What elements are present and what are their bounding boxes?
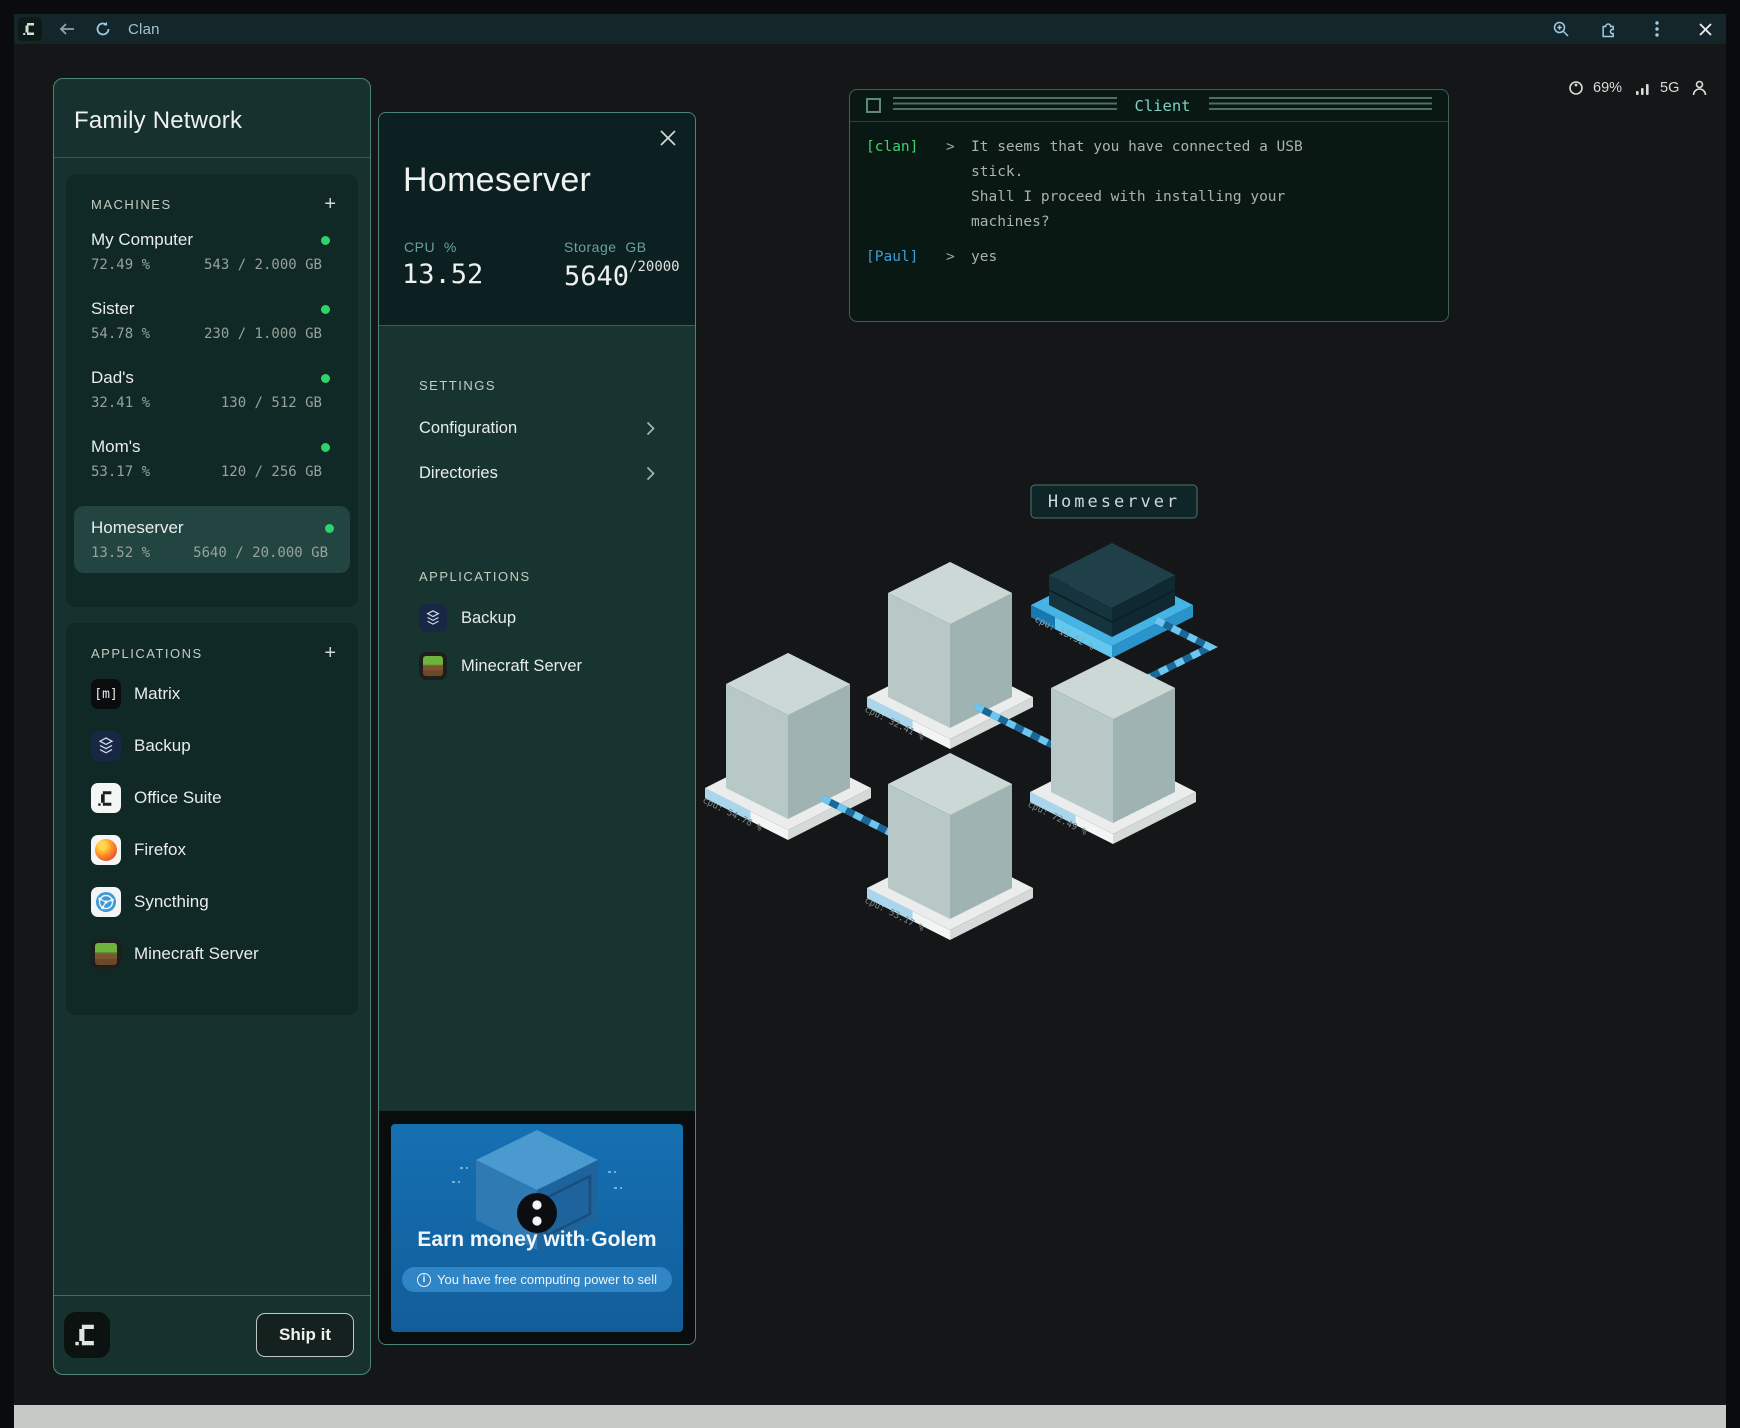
clan-pixel-c-icon: [23, 22, 37, 36]
online-status-dot: [325, 524, 334, 533]
terminal-message-clan: [clan] > It seems that you have connecte…: [866, 135, 1432, 235]
storage-stat: 5640 / 20.000 GB: [193, 545, 328, 561]
machine-item-dads[interactable]: Dad's 32.41 %130 / 512 GB: [66, 368, 358, 411]
menu-kebab-icon[interactable]: [1646, 18, 1668, 40]
storage-total: /20000: [629, 259, 680, 275]
backup-icon: [91, 731, 121, 761]
close-window-icon[interactable]: [1694, 18, 1716, 40]
scene-machine-moms[interactable]: cpu: 53.17 %: [863, 753, 1033, 940]
storage-stat: 230 / 1.000 GB: [204, 326, 322, 342]
machines-card: MACHINES + My Computer 72.49 %543 / 2.00…: [66, 174, 358, 607]
storage-value: 5640/20000: [564, 259, 680, 292]
applications-header: APPLICATIONS: [91, 646, 203, 661]
titlebar-stripes: [893, 97, 1117, 114]
refresh-icon[interactable]: [92, 18, 114, 40]
ad-title: Earn money with Golem: [391, 1228, 683, 1252]
online-status-dot: [321, 374, 330, 383]
scene-machine-homeserver[interactable]: cpu: 13.52 %: [1031, 543, 1193, 658]
user-icon[interactable]: [1692, 80, 1707, 96]
clan-favicon: [18, 17, 42, 41]
info-icon: i: [417, 1273, 431, 1287]
online-status-dot: [321, 236, 330, 245]
storage-stat: 130 / 512 GB: [221, 395, 322, 411]
app-item-matrix[interactable]: [m] Matrix: [66, 679, 358, 709]
detail-title: Homeserver: [403, 161, 591, 200]
app-item-firefox[interactable]: Firefox: [66, 835, 358, 865]
signal-bars-icon: [1636, 82, 1651, 95]
cpu-stat: 54.78 %: [91, 326, 150, 342]
scene-homeserver-label: Homeserver: [1031, 485, 1197, 518]
machines-header: MACHINES: [91, 197, 172, 212]
storage-stat: 543 / 2.000 GB: [204, 257, 322, 273]
online-status-dot: [321, 305, 330, 314]
extensions-icon[interactable]: [1598, 18, 1620, 40]
cpu-stat: 72.49 %: [91, 257, 150, 273]
storage-stat: 120 / 256 GB: [221, 464, 322, 480]
machine-item-homeserver[interactable]: Homeserver 13.52 %5640 / 20.000 GB: [74, 506, 350, 573]
add-application-button[interactable]: +: [324, 643, 336, 663]
zoom-page-icon[interactable]: [1550, 18, 1572, 40]
scene-machine-my-computer[interactable]: cpu: 72.49 %: [1026, 657, 1196, 844]
sidebar-footer: Ship it: [54, 1295, 370, 1374]
cpu-stat: 32.41 %: [91, 395, 150, 411]
terminal-close-box[interactable]: [866, 98, 881, 113]
golem-ad[interactable]: Earn money with Golem i You have free co…: [391, 1124, 683, 1332]
office-suite-icon: [91, 783, 121, 813]
applications-card: APPLICATIONS + [m] Matrix Backup Office …: [66, 623, 358, 1015]
machine-item-sister[interactable]: Sister 54.78 %230 / 1.000 GB: [66, 299, 358, 342]
machine-item-moms[interactable]: Mom's 53.17 %120 / 256 GB: [66, 437, 358, 480]
titlebar-stripes: [1209, 97, 1433, 114]
cpu-stat: 13.52 %: [91, 545, 150, 561]
terminal-title: Client: [1129, 97, 1197, 115]
machine-item-my-computer[interactable]: My Computer 72.49 %543 / 2.000 GB: [66, 230, 358, 273]
speaker-clan: [clan]: [866, 135, 946, 235]
terminal-body: [clan] > It seems that you have connecte…: [850, 122, 1448, 270]
back-icon[interactable]: [56, 18, 78, 40]
cpu-label: CPU %: [404, 239, 457, 255]
minecraft-icon: [419, 652, 447, 680]
browser-titlebar: Clan: [14, 14, 1726, 44]
battery-circle-icon: [1568, 80, 1584, 96]
ad-note: You have free computing power to sell: [437, 1272, 657, 1287]
battery-percent: 69%: [1593, 80, 1622, 96]
app-item-backup[interactable]: Backup: [66, 731, 358, 761]
ad-band: Earn money with Golem i You have free co…: [379, 1111, 695, 1344]
storage-label: Storage GB: [564, 239, 647, 255]
sidebar: Family Network MACHINES + My Computer 72…: [53, 78, 371, 1375]
online-status-dot: [321, 443, 330, 452]
add-machine-button[interactable]: +: [324, 194, 336, 214]
clan-logo: [64, 1312, 110, 1358]
svg-text:Homeserver: Homeserver: [1048, 492, 1180, 512]
cpu-value: 13.52: [402, 259, 483, 290]
speaker-paul: [Paul]: [866, 245, 946, 270]
client-terminal: Client [clan] > It seems that you have c…: [849, 89, 1449, 322]
network-type: 5G: [1660, 80, 1679, 96]
ship-it-button[interactable]: Ship it: [256, 1313, 354, 1357]
settings-header: SETTINGS: [419, 378, 655, 393]
terminal-titlebar[interactable]: Client: [850, 90, 1448, 122]
app-item-syncthing[interactable]: Syncthing: [66, 887, 358, 917]
ad-note-pill: i You have free computing power to sell: [402, 1267, 672, 1292]
matrix-icon: [m]: [91, 679, 121, 709]
close-panel-icon[interactable]: [659, 129, 677, 147]
window-title: Clan: [128, 21, 160, 38]
taskbar-strip: [14, 1405, 1726, 1428]
app-item-minecraft-server[interactable]: Minecraft Server: [66, 939, 358, 969]
detail-header: Homeserver CPU % 13.52 Storage GB 5640/2…: [379, 113, 695, 326]
terminal-message-paul: [Paul] > yes: [866, 245, 1432, 270]
minecraft-icon: [91, 939, 121, 969]
network-visualization: cpu: 13.52 % cpu: 32.41 % cpu: 54.78 %: [600, 420, 1260, 980]
syncthing-icon: [91, 887, 121, 917]
firefox-icon: [91, 835, 121, 865]
cpu-stat: 53.17 %: [91, 464, 150, 480]
system-status: 69% 5G: [1568, 78, 1708, 98]
app-item-office-suite[interactable]: Office Suite: [66, 783, 358, 813]
sidebar-divider: [54, 157, 370, 158]
sidebar-title: Family Network: [54, 79, 370, 157]
backup-icon: [419, 604, 447, 632]
